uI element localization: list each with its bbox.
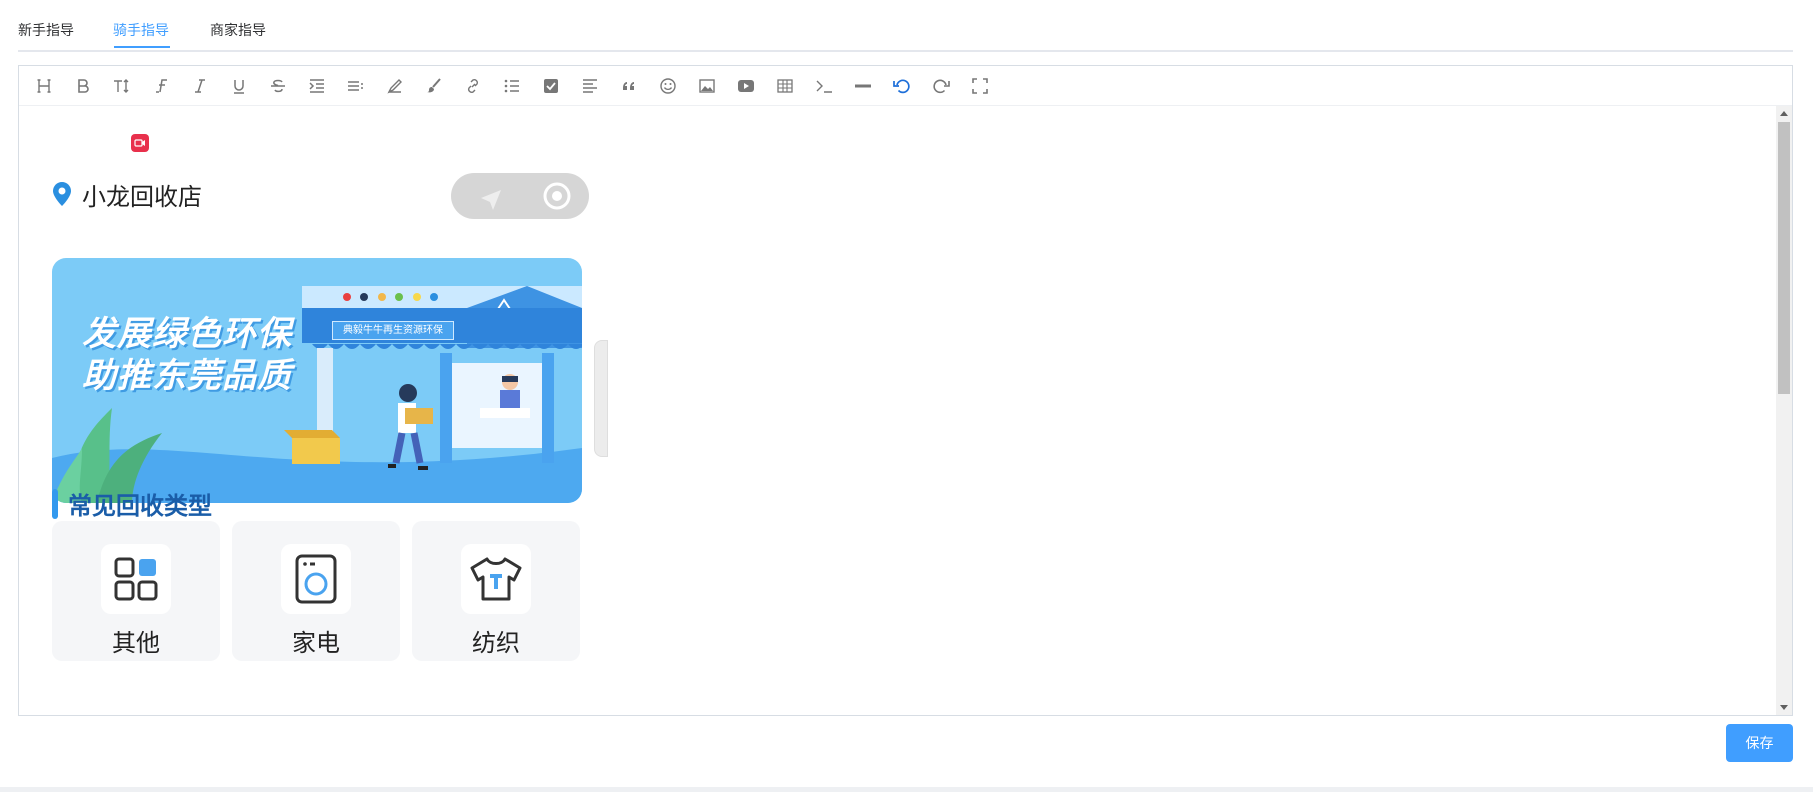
bullet-list-icon[interactable] <box>498 72 526 100</box>
table-icon[interactable] <box>771 72 799 100</box>
store-name: 小龙回收店 <box>82 183 202 211</box>
scroll-thumb[interactable] <box>1778 122 1790 394</box>
code-icon[interactable] <box>810 72 838 100</box>
heading-icon[interactable] <box>30 72 58 100</box>
font-family-icon[interactable] <box>147 72 175 100</box>
scroll-down-icon[interactable] <box>1780 705 1788 710</box>
promo-banner: 发展绿色环保 助推东莞品质 典毅牛牛再生资源环保 <box>52 258 582 503</box>
banner-headline-2: 助推东莞品质 <box>82 357 292 395</box>
highlight-icon[interactable] <box>381 72 409 100</box>
line-height-icon[interactable] <box>342 72 370 100</box>
category-card-appliance[interactable]: 家电 <box>232 521 400 661</box>
checkbox-icon[interactable] <box>537 72 565 100</box>
video-icon[interactable] <box>732 72 760 100</box>
scroll-up-icon[interactable] <box>1780 111 1788 116</box>
editor-content[interactable]: 小龙回收店 发展绿色环保 助推东莞品质 典毅牛牛再生资源环保 常见回收类型 其他… <box>19 106 1777 715</box>
navigation-arrow-icon <box>481 190 501 210</box>
tab-newbie-guide[interactable]: 新手指导 <box>18 20 74 40</box>
redo-icon[interactable] <box>927 72 955 100</box>
t-shirt-icon <box>461 544 531 614</box>
video-record-icon <box>131 134 149 152</box>
target-icon <box>552 191 562 201</box>
section-title-text: 常见回收类型 <box>68 493 212 520</box>
store-header: 小龙回收店 <box>52 174 202 214</box>
location-toggle[interactable] <box>451 173 589 219</box>
horizontal-rule-icon[interactable] <box>849 72 877 100</box>
category-label: 家电 <box>292 630 340 657</box>
save-button[interactable]: 保存 <box>1726 724 1793 762</box>
tab-merchant-guide[interactable]: 商家指导 <box>210 20 266 40</box>
emoji-icon[interactable] <box>654 72 682 100</box>
category-label: 纺织 <box>472 630 520 657</box>
link-icon[interactable] <box>459 72 487 100</box>
align-left-icon[interactable] <box>576 72 604 100</box>
editor-toolbar <box>19 66 1792 106</box>
rich-text-editor: 小龙回收店 发展绿色环保 助推东莞品质 典毅牛牛再生资源环保 常见回收类型 其他… <box>18 65 1793 716</box>
active-tab-indicator <box>114 46 170 48</box>
category-card-other[interactable]: 其他 <box>52 521 220 661</box>
location-pin-icon <box>53 182 71 206</box>
shop-sign: 典毅牛牛再生资源环保 <box>332 321 454 340</box>
undo-icon[interactable] <box>888 72 916 100</box>
bottom-divider <box>0 787 1813 792</box>
category-label: 其他 <box>112 630 160 657</box>
section-title: 常见回收类型 <box>52 486 212 521</box>
underline-icon[interactable] <box>225 72 253 100</box>
paint-brush-icon[interactable] <box>420 72 448 100</box>
strikethrough-icon[interactable] <box>264 72 292 100</box>
category-card-textile[interactable]: 纺织 <box>412 521 580 661</box>
indent-icon[interactable] <box>303 72 331 100</box>
vertical-scrollbar[interactable] <box>1776 106 1792 715</box>
washing-machine-icon <box>281 544 351 614</box>
bold-icon[interactable] <box>69 72 97 100</box>
fullscreen-icon[interactable] <box>966 72 994 100</box>
section-accent-bar <box>52 488 58 519</box>
image-icon[interactable] <box>693 72 721 100</box>
side-handle <box>594 340 608 457</box>
grid-apps-icon <box>101 544 171 614</box>
quote-icon[interactable] <box>615 72 643 100</box>
tab-rider-guide[interactable]: 骑手指导 <box>113 20 169 40</box>
italic-icon[interactable] <box>186 72 214 100</box>
font-size-icon[interactable] <box>108 72 136 100</box>
guide-tabs: 新手指导 骑手指导 商家指导 <box>18 0 1793 52</box>
